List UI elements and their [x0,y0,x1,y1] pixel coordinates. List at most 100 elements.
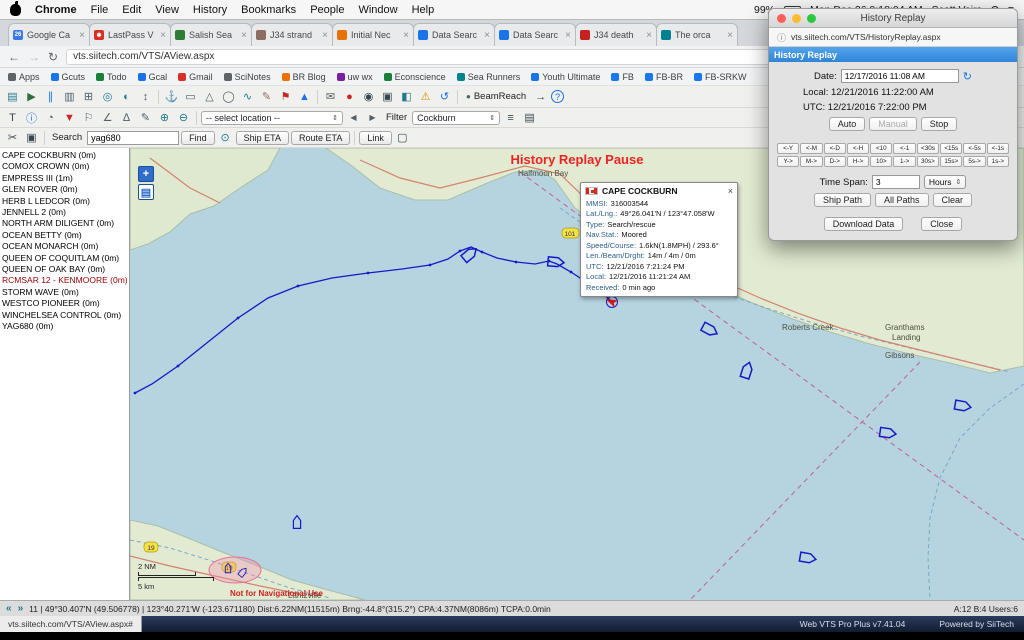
zoom-in-icon[interactable]: ⊕ [156,110,173,126]
angle-icon[interactable]: ∠ [99,110,116,126]
vessel-list-item[interactable]: STORM WAVE (0m) [2,287,129,298]
route-eta-button[interactable]: Route ETA [291,131,350,145]
replay-icon[interactable]: ↺ [436,89,453,105]
marker-icon[interactable]: ▲ [296,89,313,105]
timespan-unit-select[interactable]: Hours⇕ [924,175,967,189]
flag-outline-icon[interactable]: ⚐ [80,110,97,126]
close-tab-icon[interactable]: × [565,30,571,41]
back-icon[interactable]: ← [8,50,20,64]
stop-button[interactable]: Stop [921,117,958,131]
filter-select[interactable]: Cockburn⇕ [412,111,500,125]
split-view-icon[interactable]: ▥ [61,89,78,105]
download-data-button[interactable]: Download Data [824,217,904,231]
fwd-hour-button[interactable]: H-> [847,156,869,167]
minimize-window-icon[interactable] [792,14,801,23]
location-select[interactable]: -- select location --⇕ [201,111,343,125]
alarm-icon[interactable]: ⚠ [417,89,434,105]
back-hour-button[interactable]: <-H [847,143,869,154]
back-year-button[interactable]: <-Y [777,143,799,154]
flag-icon[interactable]: ⚑ [277,89,294,105]
close-tab-icon[interactable]: × [646,30,652,41]
menu-file[interactable]: File [91,4,109,16]
fwd-year-button[interactable]: Y-> [777,156,799,167]
vessel-list-item[interactable]: JENNELL 2 (0m) [2,207,129,218]
pencil-icon[interactable]: ✎ [258,89,275,105]
menu-help[interactable]: Help [412,4,435,16]
vessel-list-item[interactable]: GLEN ROVER (0m) [2,184,129,195]
fwd-1s-button[interactable]: 1s-> [987,156,1009,167]
bookmark-apps[interactable]: Apps [8,72,40,82]
bookmark-fb-srkw[interactable]: FB-SRKW [694,72,747,82]
close-tab-icon[interactable]: × [484,30,490,41]
fwd-month-button[interactable]: M-> [800,156,822,167]
bookmark-gcuts[interactable]: Gcuts [51,72,86,82]
rectangle-tool-icon[interactable]: ▭ [182,89,199,105]
fwd-day-button[interactable]: D-> [824,156,846,167]
circle-tool-icon[interactable]: ◯ [220,89,237,105]
ship-path-button[interactable]: Ship Path [814,193,871,207]
draw-icon[interactable]: ✎ [137,110,154,126]
window-titlebar[interactable]: History Replay [769,9,1017,28]
map-layers-icon[interactable]: ▤ [138,184,154,200]
vessel-list-item[interactable]: QUEEN OF COQUITLAM (0m) [2,253,129,264]
vessel-list-item[interactable]: YAG680 (0m) [2,321,129,332]
menu-chrome[interactable]: Chrome [35,4,77,16]
back-10min-button[interactable]: <10 [870,143,892,154]
tab-google-calendar[interactable]: 26Google Ca× [8,23,90,46]
collapse-left-icon[interactable]: « [6,603,12,614]
reload-icon[interactable]: ↻ [48,50,58,64]
close-tab-icon[interactable]: × [79,30,85,41]
replay-date-input[interactable] [841,69,959,83]
info-icon[interactable]: ⓘ [23,110,40,126]
grid-icon[interactable]: ⊞ [80,89,97,105]
close-tab-icon[interactable]: × [403,30,409,41]
fwd-1min-button[interactable]: 1-> [893,156,915,167]
record-icon[interactable]: ● [341,89,358,105]
beamreach-button[interactable]: ●BeamReach [466,91,526,102]
bookmark-uw-wx[interactable]: uw wx [337,72,373,82]
fwd-10min-button[interactable]: 10> [870,156,892,167]
vessel-list-item[interactable]: WINCHELSEA CONTROL (0m) [2,310,129,321]
zoom-window-icon[interactable] [807,14,816,23]
back-5s-button[interactable]: <-5s [963,143,985,154]
tab-j34-death[interactable]: J34 death× [575,23,657,46]
bookmark-br-blog[interactable]: BR Blog [282,72,326,82]
menu-edit[interactable]: Edit [122,4,141,16]
measure-icon[interactable]: ∆ [118,110,135,126]
menu-view[interactable]: View [155,4,179,16]
ship-eta-button[interactable]: Ship ETA [236,131,289,145]
tab-initial-nec[interactable]: Initial Nec× [332,23,414,46]
apple-logo-icon[interactable] [10,4,21,16]
auto-button[interactable]: Auto [829,117,866,131]
close-tab-icon[interactable]: × [241,30,247,41]
back-day-button[interactable]: <-D [824,143,846,154]
menu-history[interactable]: History [193,4,227,16]
timespan-input[interactable] [872,175,920,189]
manual-button[interactable]: Manual [869,117,917,131]
snapshot-icon[interactable]: ▣ [379,89,396,105]
vessel-list-item[interactable]: RCMSAR 12 - KENMOORE (0m) [2,275,129,286]
popup-address-bar[interactable]: ⓘ vts.siitech.com/VTS/HistoryReplay.aspx [769,28,1017,47]
menu-window[interactable]: Window [358,4,397,16]
bookmark-fb[interactable]: FB [611,72,634,82]
back-15s-button[interactable]: <15s [940,143,962,154]
vessel-list-item[interactable]: OCEAN BETTY (0m) [2,230,129,241]
bookmark-scinotes[interactable]: SciNotes [224,72,271,82]
close-tab-icon[interactable]: × [322,30,328,41]
list-icon[interactable]: ▤ [521,110,538,126]
tab-salish-sea[interactable]: Salish Sea× [170,23,252,46]
binoculars-icon[interactable]: ⊙ [217,130,234,146]
camera-icon[interactable]: ◉ [360,89,377,105]
all-paths-button[interactable]: All Paths [875,193,929,207]
vessel-list-item[interactable]: WESTCO PIONEER (0m) [2,298,129,309]
vessel-list-item[interactable]: COMOX CROWN (0m) [2,161,129,172]
pan-icon[interactable]: + [138,166,154,182]
globe-icon[interactable]: ◐ [118,89,135,105]
close-window-icon[interactable] [777,14,786,23]
next-location-icon[interactable]: ▶ [364,110,381,126]
zoom-out-icon[interactable]: ⊖ [175,110,192,126]
bookmark-gcal[interactable]: Gcal [138,72,168,82]
menu-people[interactable]: People [310,4,344,16]
clear-button[interactable]: Clear [933,193,973,207]
pin-icon[interactable]: ▼ [61,110,78,126]
